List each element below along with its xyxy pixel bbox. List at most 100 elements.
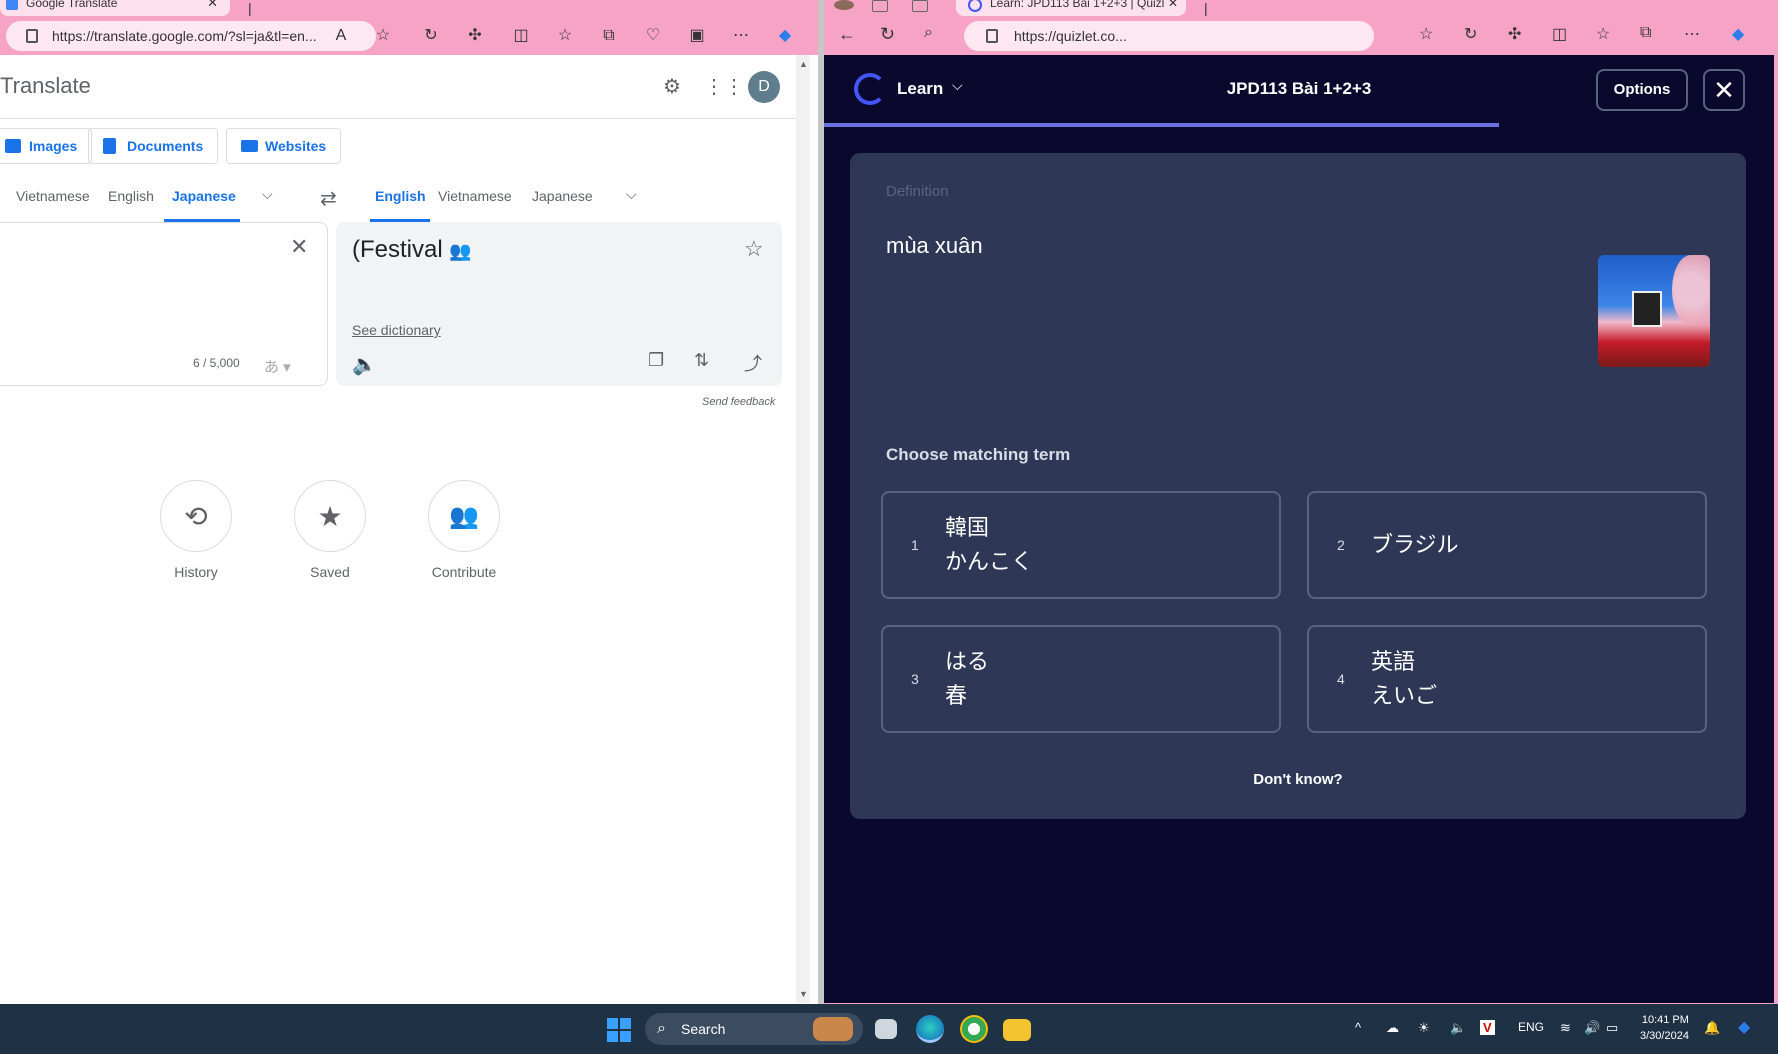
- tab-google-translate[interactable]: Google Translate ✕: [0, 0, 230, 16]
- cherry-blossom-shape: [1672, 255, 1710, 325]
- settings-gear-icon[interactable]: ⚙: [660, 75, 684, 99]
- collections-icon[interactable]: ⧉: [1640, 24, 1651, 42]
- answer-option-1[interactable]: 1 韓国 かんこく: [881, 491, 1281, 599]
- chrome-browser-icon[interactable]: [960, 1015, 988, 1043]
- option-text: はる 春: [945, 645, 989, 713]
- target-lang-vietnamese[interactable]: Vietnamese: [438, 188, 512, 222]
- read-aloud-icon[interactable]: A: [330, 25, 352, 47]
- mode-images-button[interactable]: Images: [0, 128, 93, 164]
- scroll-down-icon[interactable]: ▼: [799, 989, 808, 999]
- tab-actions-icon[interactable]: [912, 0, 928, 12]
- show-hidden-icons-chevron-icon[interactable]: ^: [1355, 1020, 1361, 1035]
- battery-icon[interactable]: ▭: [1606, 1020, 1618, 1036]
- search-label: Search: [681, 1021, 726, 1037]
- favorites-icon[interactable]: ☆: [1596, 24, 1610, 44]
- options-button[interactable]: Options: [1596, 69, 1688, 111]
- app-tray-v-icon[interactable]: V: [1480, 1020, 1495, 1035]
- browser-essentials-icon[interactable]: ▣: [686, 25, 708, 47]
- brightness-icon[interactable]: ☀: [1418, 1020, 1430, 1036]
- onedrive-cloud-icon[interactable]: ☁: [1386, 1020, 1399, 1036]
- left-scrollbar[interactable]: ▲ ▼: [796, 55, 810, 1003]
- tab-close-icon[interactable]: ✕: [207, 0, 218, 12]
- address-bar[interactable]: https://translate.google.com/?sl=ja&tl=e…: [6, 21, 376, 51]
- extensions-icon[interactable]: ✣: [1508, 24, 1521, 44]
- option-number: 1: [911, 537, 919, 553]
- extensions-icon[interactable]: ✣: [464, 25, 486, 47]
- copilot-icon[interactable]: ◆: [1732, 24, 1744, 44]
- send-feedback-link[interactable]: Send feedback: [702, 396, 775, 408]
- favorite-icon[interactable]: ☆: [1419, 24, 1433, 44]
- more-menu-icon[interactable]: ⋯: [730, 25, 752, 47]
- refresh-extension-icon[interactable]: ↻: [420, 25, 442, 47]
- answer-option-2[interactable]: 2 ブラジル: [1307, 491, 1707, 599]
- notification-bell-icon[interactable]: 🔔: [1704, 1020, 1720, 1036]
- copilot-taskbar-icon[interactable]: ◆: [1738, 1017, 1750, 1037]
- refresh-icon[interactable]: ↻: [880, 24, 895, 45]
- address-bar[interactable]: https://quizlet.co...: [964, 21, 1374, 51]
- google-translate-icon: [6, 0, 18, 10]
- contribute-shortcut[interactable]: 👥 Contribute: [414, 480, 514, 580]
- save-translation-star-icon[interactable]: ☆: [744, 236, 764, 262]
- source-lang-english[interactable]: English: [108, 188, 154, 222]
- file-explorer-icon[interactable]: [1003, 1019, 1031, 1041]
- dont-know-button[interactable]: Don't know?: [850, 771, 1746, 788]
- swap-languages-icon[interactable]: ⇄: [320, 186, 337, 211]
- mode-documents-button[interactable]: Documents: [88, 128, 219, 164]
- back-arrow-icon[interactable]: ←: [838, 24, 856, 45]
- source-lang-chevron-down-icon[interactable]: ⌵: [262, 186, 273, 203]
- task-view-icon[interactable]: [875, 1019, 897, 1039]
- input-language[interactable]: ENG: [1518, 1020, 1544, 1034]
- sound-icon[interactable]: 🔊: [1584, 1020, 1600, 1036]
- collections-icon[interactable]: ⧉: [598, 25, 620, 47]
- split-screen-icon[interactable]: ◫: [1552, 24, 1567, 44]
- new-tab-button[interactable]: |: [248, 0, 252, 16]
- target-lang-english[interactable]: English: [375, 188, 426, 222]
- mode-websites-button[interactable]: Websites: [226, 128, 342, 164]
- answer-option-3[interactable]: 3 はる 春: [881, 625, 1281, 733]
- close-icon[interactable]: ✕: [1703, 69, 1745, 111]
- history-shortcut[interactable]: ⟲ History: [146, 480, 246, 580]
- clear-source-close-icon[interactable]: ✕: [290, 234, 308, 260]
- see-dictionary-link[interactable]: See dictionary: [352, 322, 441, 338]
- progress-bar: [824, 123, 1499, 127]
- tab-close-icon[interactable]: ✕: [1163, 0, 1178, 12]
- option-line2: 春: [945, 683, 968, 708]
- search-icon[interactable]: ⌕: [924, 24, 933, 42]
- more-menu-icon[interactable]: ⋯: [1684, 24, 1700, 44]
- wifi-icon[interactable]: ≋: [1560, 1020, 1571, 1036]
- edge-browser-icon[interactable]: [916, 1015, 944, 1043]
- performance-icon[interactable]: ♡: [642, 25, 664, 47]
- share-icon[interactable]: ⤴: [744, 350, 762, 376]
- target-lang-japanese[interactable]: Japanese: [532, 188, 593, 222]
- listen-speaker-icon[interactable]: 🔈: [352, 352, 377, 377]
- answer-option-4[interactable]: 4 英語 えいご: [1307, 625, 1707, 733]
- favorites-icon[interactable]: ☆: [554, 25, 576, 47]
- option-text: 英語 えいご: [1371, 645, 1437, 713]
- favorite-icon[interactable]: ☆: [372, 25, 394, 47]
- profile-icon[interactable]: [834, 0, 854, 10]
- definition-image[interactable]: [1598, 255, 1710, 367]
- option-line1: はる: [945, 649, 990, 674]
- tab-quizlet-learn[interactable]: Learn: JPD113 Bài 1+2+3 | Quizlet ✕: [956, 0, 1186, 16]
- saved-shortcut[interactable]: ★ Saved: [280, 480, 380, 580]
- source-lang-vietnamese[interactable]: Vietnamese: [16, 188, 90, 222]
- refresh-extension-icon[interactable]: ↻: [1464, 24, 1477, 44]
- app-title: Translate: [0, 73, 91, 98]
- avatar[interactable]: D: [748, 71, 780, 103]
- document-icon: [103, 138, 116, 154]
- new-tab-button[interactable]: |: [1204, 0, 1208, 16]
- taskbar-search[interactable]: ⌕ Search: [645, 1013, 863, 1045]
- rate-translation-icon[interactable]: ⇅: [694, 350, 709, 371]
- volume-icon[interactable]: 🔈: [1450, 1020, 1466, 1036]
- copilot-icon[interactable]: ◆: [774, 25, 796, 47]
- copy-icon[interactable]: ❐: [648, 350, 664, 371]
- clock[interactable]: 10:41 PM 3/30/2024: [1640, 1012, 1689, 1044]
- scroll-up-icon[interactable]: ▲: [799, 59, 808, 69]
- workspaces-icon[interactable]: [872, 0, 888, 12]
- source-lang-japanese[interactable]: Japanese: [172, 188, 236, 222]
- target-lang-chevron-down-icon[interactable]: ⌵: [626, 186, 637, 203]
- split-screen-icon[interactable]: ◫: [510, 25, 532, 47]
- apps-grid-icon[interactable]: ⋮⋮: [704, 75, 744, 99]
- input-tools-icon[interactable]: あ ▾: [264, 356, 291, 377]
- windows-start-icon[interactable]: [607, 1018, 631, 1042]
